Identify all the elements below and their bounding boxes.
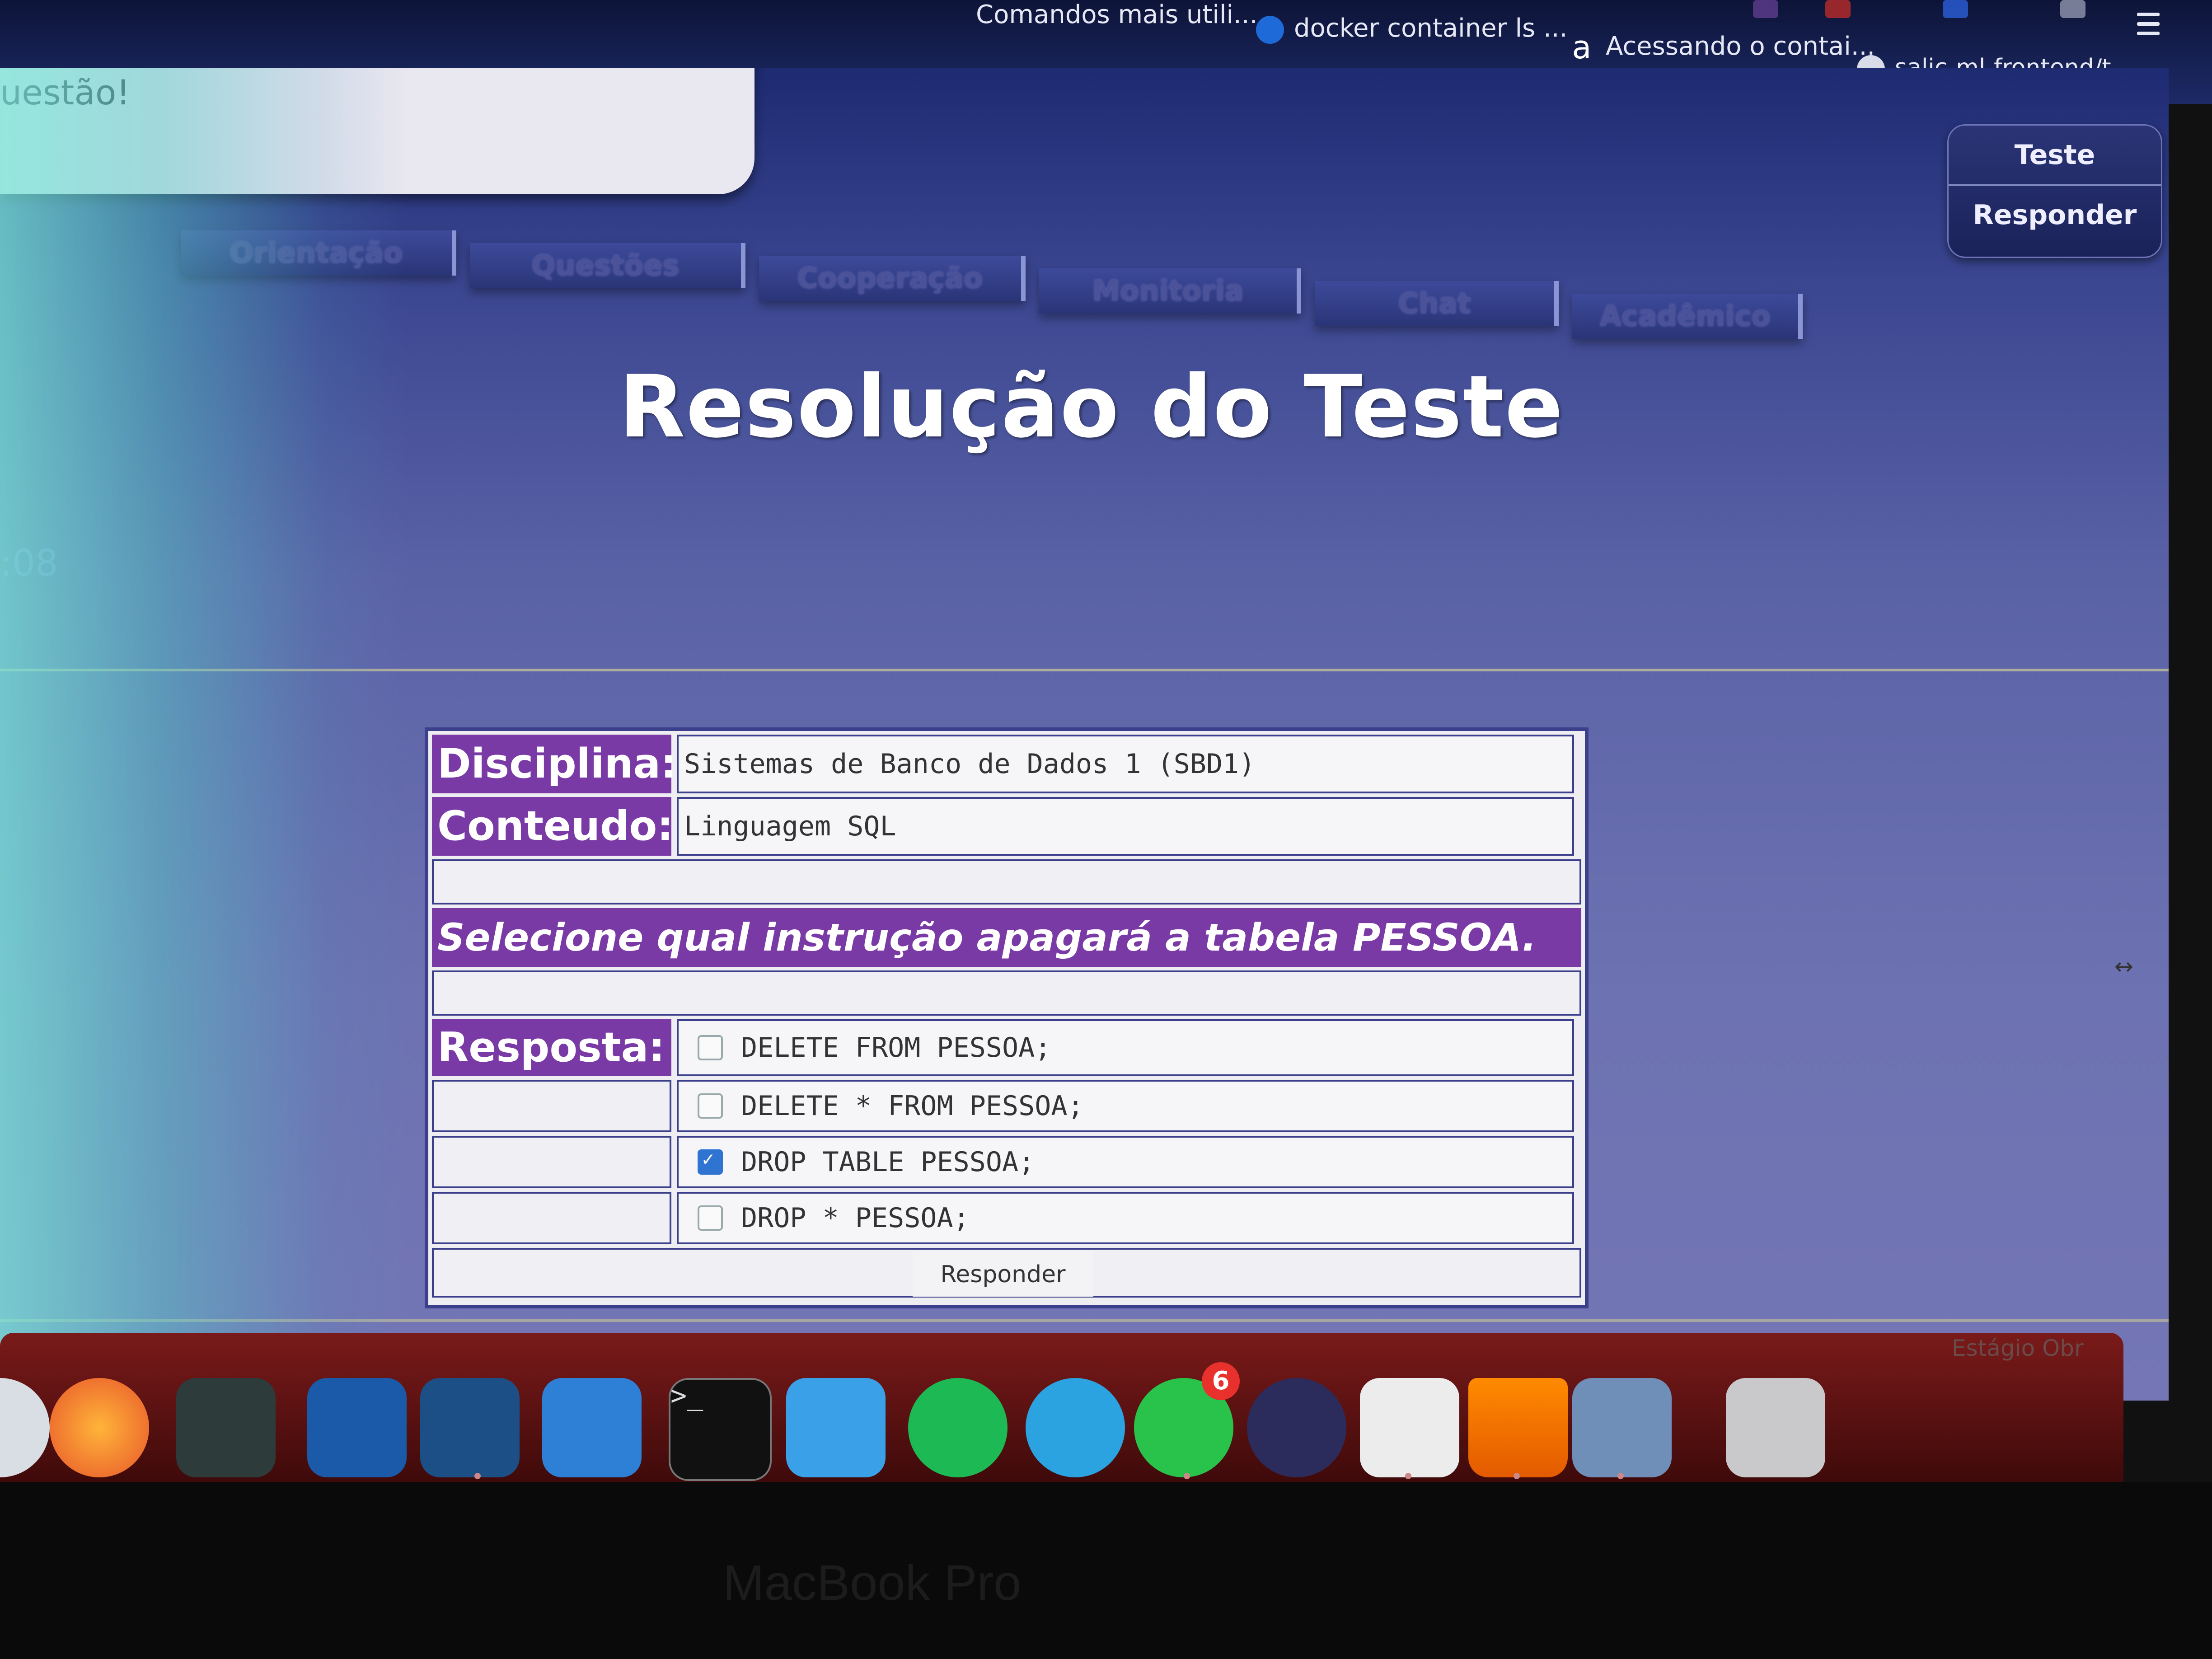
menu-icon[interactable] xyxy=(2137,13,2160,41)
laptop-bezel: MacBook Pro xyxy=(0,1482,2212,1659)
option-text: DROP * PESSOA; xyxy=(741,1202,970,1234)
vlc-icon[interactable] xyxy=(1468,1378,1568,1477)
bookmark-acessando[interactable]: a Acessando o contai... xyxy=(1568,28,1875,66)
xcode-icon[interactable] xyxy=(542,1378,642,1477)
preview-icon[interactable] xyxy=(1572,1378,1672,1477)
answer-option-row: Resposta: DELETE FROM PESSOA; xyxy=(428,1019,1578,1076)
profile-icon[interactable] xyxy=(2060,0,2085,18)
option-text: DELETE FROM PESSOA; xyxy=(741,1032,1051,1064)
empty-label-cell xyxy=(432,1192,671,1244)
question-table: Disciplina: Sistemas de Banco de Dados 1… xyxy=(425,727,1589,1308)
bookmark-comandos[interactable]: Comandos mais utili... xyxy=(976,0,1257,29)
spacer-row xyxy=(432,970,1581,1016)
answer-side-button[interactable]: Responder xyxy=(1949,186,2161,244)
submit-answer-button[interactable]: Responder xyxy=(913,1251,1093,1297)
telegram-icon[interactable] xyxy=(1026,1378,1125,1477)
extension-icon[interactable] xyxy=(1753,0,1778,18)
checkbox-option-3[interactable] xyxy=(698,1148,723,1175)
tab-chat[interactable]: Chat xyxy=(1315,281,1559,326)
divider xyxy=(0,669,2169,671)
content-label: Conteudo: xyxy=(432,797,673,856)
question-prompt: uestão! xyxy=(0,72,130,112)
answer-option-row: DROP TABLE PESSOA; xyxy=(428,1136,1578,1188)
test-button[interactable]: Teste xyxy=(1949,126,2161,186)
content-value: Linguagem SQL xyxy=(677,797,1574,856)
answer-option[interactable]: DELETE FROM PESSOA; xyxy=(677,1019,1574,1076)
dock-label: Estágio Obr xyxy=(1952,1335,2084,1361)
docker-icon xyxy=(1256,15,1284,44)
answer-label: Resposta: xyxy=(432,1019,671,1076)
submit-row: Responder xyxy=(432,1248,1581,1298)
empty-label-cell xyxy=(432,1136,671,1188)
notification-badge: 6 xyxy=(1202,1362,1240,1400)
adblock-icon[interactable] xyxy=(1825,0,1851,18)
answer-option-row: DROP * PESSOA; xyxy=(428,1192,1578,1244)
resize-cursor-icon: ↔ xyxy=(2114,953,2133,979)
answer-option[interactable]: DROP * PESSOA; xyxy=(677,1192,1574,1244)
running-indicator xyxy=(1405,1473,1411,1479)
option-text: DROP TABLE PESSOA; xyxy=(741,1146,1035,1178)
eclipse-icon[interactable] xyxy=(1247,1378,1346,1477)
java-icon[interactable] xyxy=(1360,1378,1459,1477)
tab-questoes[interactable]: Questões xyxy=(470,243,745,288)
tab-monitoria[interactable]: Monitoria xyxy=(1039,268,1301,314)
running-indicator xyxy=(1514,1473,1520,1479)
question-statement: Selecione qual instrução apagará a tabel… xyxy=(432,908,1581,967)
device-label: MacBook Pro xyxy=(723,1555,1022,1611)
spotify-icon[interactable] xyxy=(908,1378,1008,1477)
discipline-row: Disciplina: Sistemas de Banco de Dados 1… xyxy=(428,735,1578,793)
mysql-workbench-icon[interactable] xyxy=(420,1378,520,1477)
vscode-icon[interactable] xyxy=(307,1378,407,1477)
content-row: Conteudo: Linguagem SQL xyxy=(428,797,1578,856)
timer: :08 xyxy=(0,542,58,584)
tab-cooperacao[interactable]: Cooperação xyxy=(759,256,1026,301)
extension-icon[interactable] xyxy=(1943,0,1968,18)
discipline-label: Disciplina: xyxy=(432,735,677,793)
page-title: Resolução do Teste xyxy=(619,357,1564,457)
answer-option[interactable]: DELETE * FROM PESSOA; xyxy=(677,1080,1574,1132)
app-icon[interactable] xyxy=(176,1378,276,1477)
tab-academico[interactable]: Acadêmico xyxy=(1572,294,1803,339)
running-indicator xyxy=(1184,1473,1190,1479)
terminal-icon[interactable]: >_ xyxy=(669,1378,772,1481)
empty-label-cell xyxy=(432,1080,671,1132)
bookmark-docker[interactable]: docker container ls ... xyxy=(1256,14,1567,44)
answer-option[interactable]: DROP TABLE PESSOA; xyxy=(677,1136,1574,1188)
amazon-icon: a xyxy=(1572,28,1592,66)
side-button-group: Teste Responder xyxy=(1947,124,2162,258)
docker-icon[interactable] xyxy=(786,1378,886,1477)
option-text: DELETE * FROM PESSOA; xyxy=(741,1090,1084,1122)
checkbox-option-1[interactable] xyxy=(698,1035,723,1060)
page: uestão! Teste Responder Orientação Quest… xyxy=(0,68,2169,1401)
checkbox-option-2[interactable] xyxy=(698,1093,723,1119)
spacer-row xyxy=(432,859,1581,904)
running-indicator xyxy=(1617,1473,1624,1479)
question-box: uestão! xyxy=(0,68,755,194)
firefox-icon[interactable] xyxy=(50,1378,149,1477)
running-indicator xyxy=(474,1473,481,1479)
trash-icon[interactable] xyxy=(1726,1378,1825,1477)
tab-orientacao[interactable]: Orientação xyxy=(181,230,456,276)
discipline-value: Sistemas de Banco de Dados 1 (SBD1) xyxy=(677,735,1574,793)
divider xyxy=(0,1319,2169,1322)
checkbox-option-4[interactable] xyxy=(698,1205,723,1231)
answer-option-row: DELETE * FROM PESSOA; xyxy=(428,1080,1578,1132)
